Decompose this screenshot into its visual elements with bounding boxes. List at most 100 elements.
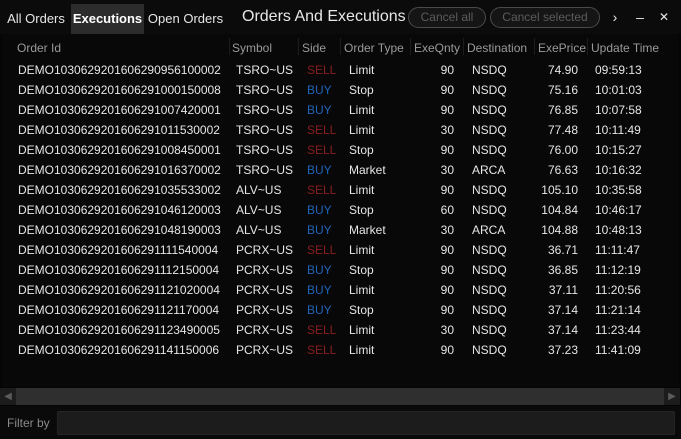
filter-input[interactable] xyxy=(57,411,675,435)
table-row[interactable]: DEMO1030629201606291121170004 PCRX~US BUY S… xyxy=(2,300,679,320)
column-divider[interactable] xyxy=(463,38,464,55)
cell-symbol: TSRO~US xyxy=(236,163,294,177)
cell-symbol: ALV~US xyxy=(236,203,282,217)
cell-order-id: DEMO1030629201606291008450001 xyxy=(18,143,221,157)
table-row[interactable]: DEMO1030629201606291048190003 ALV~US BUY Ma… xyxy=(2,220,679,240)
cell-exe-price: 104.84 xyxy=(541,203,578,217)
cell-update-time: 10:01:03 xyxy=(595,83,642,97)
table-row[interactable]: DEMO1030629201606291121020004 PCRX~US BUY L… xyxy=(2,280,679,300)
scroll-left-arrow-icon[interactable]: ◀ xyxy=(0,388,16,405)
table-row[interactable]: DEMO1030629201606291016370002 TSRO~US BUY M… xyxy=(2,160,679,180)
cell-side: BUY xyxy=(307,223,332,237)
cell-order-type: Limit xyxy=(349,243,375,257)
cell-update-time: 10:35:58 xyxy=(595,183,642,197)
cell-symbol: TSRO~US xyxy=(236,103,294,117)
filter-label: Filter by xyxy=(7,416,50,430)
executions-grid: Order Id Symbol Side Order Type ExeQnty Desti… xyxy=(2,34,679,387)
scroll-right-arrow-icon[interactable]: ▶ xyxy=(664,388,680,405)
cell-order-id: DEMO1030629201606291112150004 xyxy=(18,263,220,277)
column-divider[interactable] xyxy=(298,38,299,55)
table-row[interactable]: DEMO1030629201606291112150004 PCRX~US BUY S… xyxy=(2,260,679,280)
cancel-selected-button[interactable]: Cancel selected xyxy=(490,7,600,28)
table-row[interactable]: DEMO1030629201606291141150006 PCRX~US SELL… xyxy=(2,340,679,360)
cell-exe-qnty: 90 xyxy=(440,63,454,77)
cell-symbol: PCRX~US xyxy=(236,343,294,357)
cell-order-type: Limit xyxy=(349,343,375,357)
cell-symbol: TSRO~US xyxy=(236,83,294,97)
column-divider[interactable] xyxy=(587,38,588,55)
cell-exe-price: 75.16 xyxy=(547,83,578,97)
cell-side: BUY xyxy=(307,103,332,117)
cell-side: SELL xyxy=(307,343,337,357)
cell-side: BUY xyxy=(307,163,332,177)
cell-exe-qnty: 30 xyxy=(440,123,454,137)
cell-exe-price: 37.14 xyxy=(547,323,578,337)
cell-order-id: DEMO1030629201606291000150008 xyxy=(18,83,221,97)
cell-update-time: 10:16:32 xyxy=(595,163,642,177)
table-row[interactable]: DEMO1030629201606291035533002 ALV~US SELL L… xyxy=(2,180,679,200)
more-chevron-icon[interactable]: › xyxy=(607,8,623,26)
cell-order-id: DEMO1030629201606291123490005 xyxy=(18,323,220,337)
tab-all-orders[interactable]: All Orders xyxy=(2,4,70,34)
column-header-exe-qnty[interactable]: ExeQnty xyxy=(414,41,460,55)
window-title: Orders And Executions xyxy=(242,8,406,25)
column-header-side[interactable]: Side xyxy=(302,41,326,55)
cell-exe-qnty: 30 xyxy=(440,223,454,237)
cancel-all-button[interactable]: Cancel all xyxy=(408,7,486,28)
column-header-order-id[interactable]: Order Id xyxy=(17,41,61,55)
column-header-symbol[interactable]: Symbol xyxy=(232,41,272,55)
column-divider[interactable] xyxy=(340,38,341,55)
cell-update-time: 11:41:09 xyxy=(595,343,641,357)
cell-update-time: 10:46:17 xyxy=(595,203,642,217)
cell-order-id: DEMO1030629201606291011530002 xyxy=(18,123,220,137)
table-row[interactable]: DEMO1030629201606291011530002 TSRO~US SELL… xyxy=(2,120,679,140)
table-row[interactable]: DEMO1030629201606291123490005 PCRX~US SELL… xyxy=(2,320,679,340)
column-divider[interactable] xyxy=(410,38,411,55)
cell-order-type: Limit xyxy=(349,123,375,137)
column-divider[interactable] xyxy=(229,38,230,55)
table-row[interactable]: DEMO1030629201606290956100002 TSRO~US SELL… xyxy=(2,60,679,80)
column-header-exe-price[interactable]: ExePrice xyxy=(538,41,586,55)
horizontal-scrollbar[interactable] xyxy=(16,388,664,405)
cell-side: SELL xyxy=(307,183,337,197)
grid-header: Order Id Symbol Side Order Type ExeQnty Desti… xyxy=(2,34,679,58)
cell-order-type: Limit xyxy=(349,323,375,337)
cell-side: BUY xyxy=(307,203,332,217)
table-row[interactable]: DEMO1030629201606291046120003 ALV~US BUY St… xyxy=(2,200,679,220)
cell-order-id: DEMO1030629201606291121020004 xyxy=(18,283,220,297)
cell-update-time: 11:21:14 xyxy=(595,303,641,317)
cell-side: SELL xyxy=(307,243,337,257)
table-row[interactable]: DEMO1030629201606291008450001 TSRO~US SELL… xyxy=(2,140,679,160)
cell-exe-price: 37.23 xyxy=(547,343,578,357)
tab-open-orders[interactable]: Open Orders xyxy=(145,4,226,34)
table-row[interactable]: DEMO1030629201606291000150008 TSRO~US BUY S… xyxy=(2,80,679,100)
cell-exe-price: 76.85 xyxy=(547,103,578,117)
tab-executions[interactable]: Executions xyxy=(71,4,144,34)
cell-order-type: Market xyxy=(349,163,386,177)
table-row[interactable]: DEMO1030629201606291111540004 PCRX~US SELL… xyxy=(2,240,679,260)
table-row[interactable]: DEMO1030629201606291007420001 TSRO~US BUY L… xyxy=(2,100,679,120)
column-divider[interactable] xyxy=(534,38,535,55)
cell-side: BUY xyxy=(307,263,332,277)
cell-symbol: ALV~US xyxy=(236,223,282,237)
cell-symbol: PCRX~US xyxy=(236,263,294,277)
cell-order-type: Limit xyxy=(349,103,375,117)
column-header-order-type[interactable]: Order Type xyxy=(344,41,404,55)
cell-symbol: TSRO~US xyxy=(236,143,294,157)
close-icon[interactable]: ✕ xyxy=(656,8,672,26)
cell-update-time: 10:11:49 xyxy=(595,123,641,137)
cell-order-id: DEMO1030629201606290956100002 xyxy=(18,63,221,77)
cell-exe-price: 36.71 xyxy=(547,243,578,257)
cell-exe-price: 76.00 xyxy=(547,143,578,157)
minimize-icon[interactable]: – xyxy=(632,8,648,26)
cell-order-id: DEMO1030629201606291035533002 xyxy=(18,183,221,197)
column-header-update-time[interactable]: Update Time xyxy=(591,41,659,55)
column-header-destination[interactable]: Destination xyxy=(467,41,527,55)
cell-exe-qnty: 30 xyxy=(440,163,454,177)
cell-order-type: Stop xyxy=(349,143,374,157)
cell-exe-price: 74.90 xyxy=(547,63,578,77)
cell-exe-price: 77.48 xyxy=(547,123,578,137)
cell-side: SELL xyxy=(307,143,337,157)
cell-side: SELL xyxy=(307,63,337,77)
cell-update-time: 10:07:58 xyxy=(595,103,642,117)
